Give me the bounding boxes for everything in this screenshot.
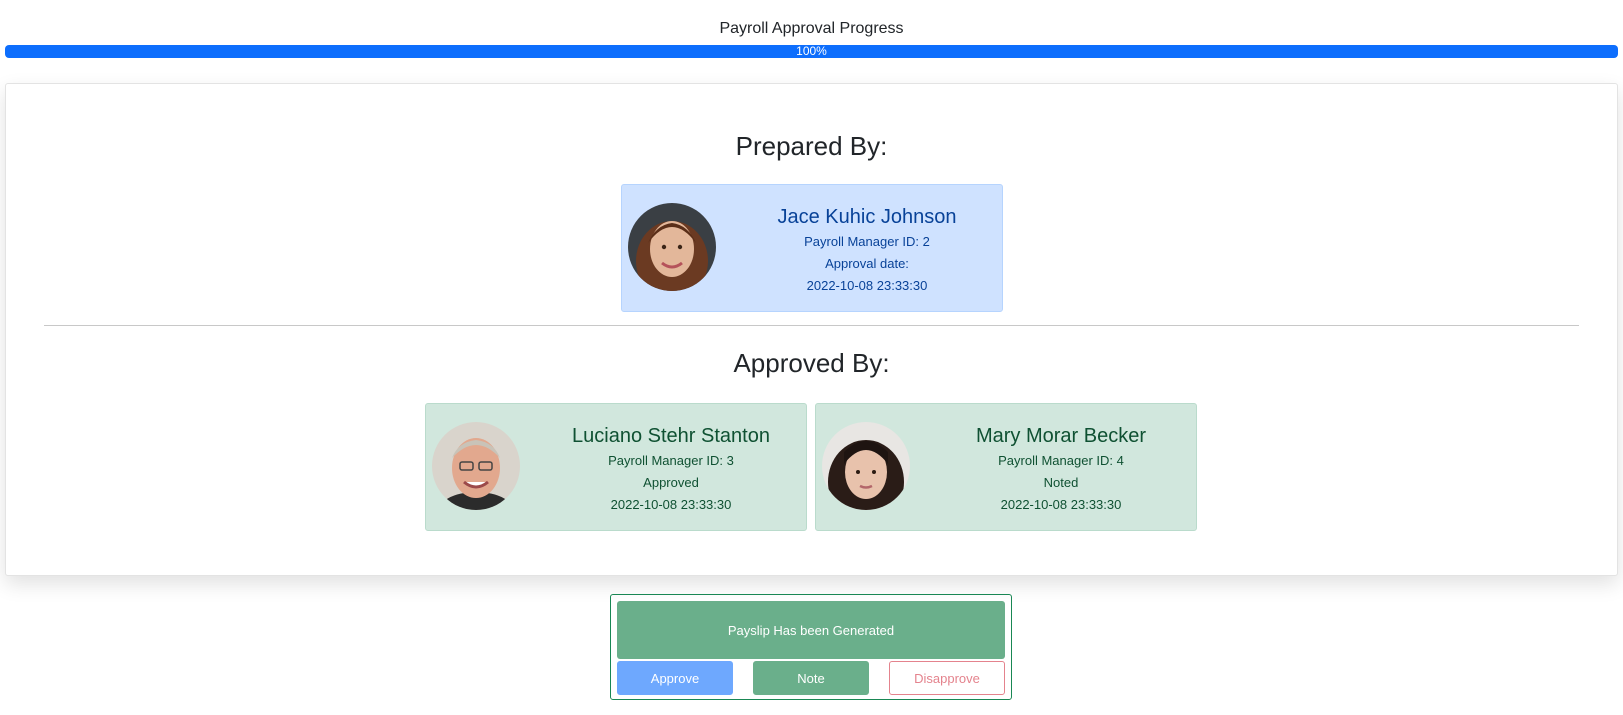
approver-date: 2022-10-08 23:33:30 [1000,497,1122,512]
approver-status: Noted [1043,475,1079,490]
approver-id: Payroll Manager ID: 4 [998,453,1124,468]
prepared-by-date: 2022-10-08 23:33:30 [806,278,928,293]
avatar [822,422,910,510]
approver-card: Mary Morar Becker Payroll Manager ID: 4 … [815,403,1197,531]
section-divider [44,325,1579,326]
approver-status: Approved [643,475,699,490]
payslip-status-banner: Payslip Has been Generated [617,601,1005,659]
approver-name: Luciano Stehr Stanton [572,425,770,447]
note-button[interactable]: Note [753,661,869,695]
prepared-by-status: Approval date: [825,256,909,271]
approver-card: Luciano Stehr Stanton Payroll Manager ID… [425,403,807,531]
progress-bar: 100% [5,45,1618,58]
approver-id: Payroll Manager ID: 3 [608,453,734,468]
avatar [432,422,520,510]
avatar [628,203,716,291]
progress-title: Payroll Approval Progress [719,20,904,37]
progress-fill: 100% [5,45,1618,58]
approved-by-heading: Approved By: [733,348,890,378]
prepared-by-card: Jace Kuhic Johnson Payroll Manager ID: 2… [621,184,1003,312]
disapprove-button[interactable]: Disapprove [889,661,1005,695]
approver-name: Mary Morar Becker [975,425,1147,447]
approver-date: 2022-10-08 23:33:30 [610,497,732,512]
prepared-by-id: Payroll Manager ID: 2 [804,234,930,249]
approve-button[interactable]: Approve [617,661,733,695]
prepared-by-heading: Prepared By: [735,131,888,161]
prepared-by-name: Jace Kuhic Johnson [777,206,957,228]
approval-card: Prepared By: Jace Kuhic Johnson Payroll … [5,83,1618,576]
action-panel: Payslip Has been Generated Approve Note … [610,594,1012,700]
